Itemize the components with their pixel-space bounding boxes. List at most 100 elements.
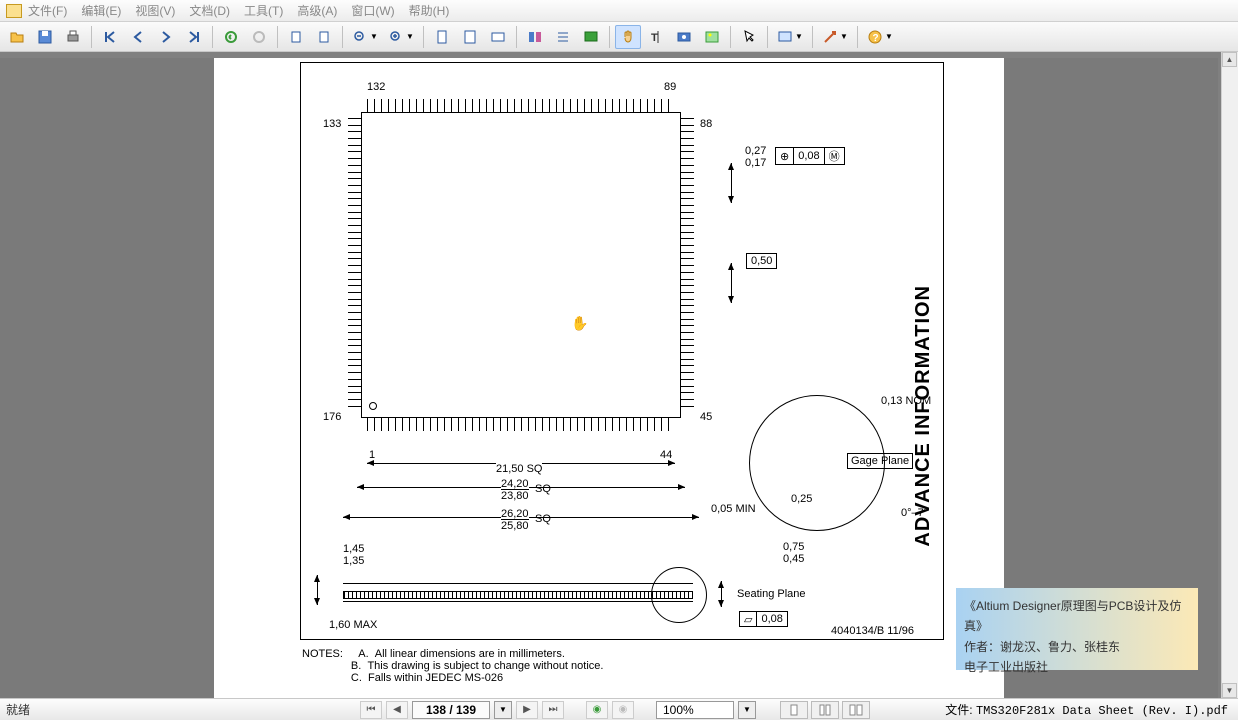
watermark: 《Altium Designer原理图与PCB设计及仿真》 作者：谢龙汉、鲁力、… xyxy=(956,588,1198,670)
hand-cursor-icon: ✋ xyxy=(571,315,588,332)
menu-tool[interactable]: 工具(T) xyxy=(244,2,283,19)
flat-008: 0,08 xyxy=(757,612,786,626)
position-icon: ⊕ xyxy=(776,148,794,164)
note-b: B. xyxy=(351,660,361,672)
watermark-line2: 作者：谢龙汉、鲁力、张桂东 xyxy=(964,637,1190,657)
rotate-left-button[interactable] xyxy=(283,25,309,49)
zoom-dropdown[interactable]: ▼ xyxy=(738,701,756,719)
print-button[interactable] xyxy=(60,25,86,49)
dim-160max: 1,60 MAX xyxy=(329,619,377,631)
page-margin-left xyxy=(0,58,214,698)
note-c-text: Falls within JEDEC MS-026 xyxy=(368,672,503,684)
notes-label: NOTES: xyxy=(302,648,343,660)
dim-arrow-pitch xyxy=(731,263,732,303)
menu-file[interactable]: 文件(F) xyxy=(28,2,67,19)
chip-body xyxy=(361,112,681,418)
note-b-text: This drawing is subject to change withou… xyxy=(367,660,603,672)
menubar: 文件(F) 编辑(E) 视图(V) 文档(D) 工具(T) 高级(A) 窗口(W… xyxy=(0,0,1238,22)
sq-24: SQ xyxy=(535,483,551,495)
angle-label: 0°–7° xyxy=(901,507,928,519)
separator xyxy=(767,26,768,48)
zoom-in-button[interactable]: ▼ xyxy=(384,25,418,49)
select-button[interactable] xyxy=(736,25,762,49)
gage-plane-label: Gage Plane xyxy=(847,453,913,469)
screen-button[interactable] xyxy=(578,25,604,49)
last-page-status-button[interactable]: ⏭ xyxy=(542,701,564,719)
status-ready: 就绪 xyxy=(0,701,30,718)
menu-help[interactable]: 帮助(H) xyxy=(409,2,450,19)
menu-adv[interactable]: 高级(A) xyxy=(297,2,337,19)
seating-plane-label: Seating Plane xyxy=(737,588,806,600)
forward-status-button[interactable]: ◉ xyxy=(612,701,634,719)
forward-button[interactable] xyxy=(246,25,272,49)
dim-2150: 21,50 SQ xyxy=(496,463,542,475)
pin-45-label: 45 xyxy=(700,411,712,423)
separator xyxy=(730,26,731,48)
list-button[interactable] xyxy=(550,25,576,49)
app-icon xyxy=(6,4,22,18)
menu-doc[interactable]: 文档(D) xyxy=(189,2,230,19)
next-page-status-button[interactable]: ▶ xyxy=(516,701,538,719)
first-page-status-button[interactable]: ⏮ xyxy=(360,701,382,719)
hand-tool-button[interactable] xyxy=(615,25,641,49)
separator xyxy=(277,26,278,48)
drawing-frame: ADVANCE INFORMATION 132 89 133 88 176 45… xyxy=(300,62,944,640)
actual-size-button[interactable] xyxy=(429,25,455,49)
dim-045: 0,45 xyxy=(783,553,804,565)
side-profile xyxy=(343,583,693,605)
notes-section: NOTES: A. All linear dimensions are in m… xyxy=(302,648,603,684)
link-button[interactable]: ▼ xyxy=(818,25,852,49)
scroll-down-button[interactable]: ▼ xyxy=(1222,683,1237,698)
fit-page-button[interactable] xyxy=(457,25,483,49)
docnum: 4040134/B 11/96 xyxy=(831,625,914,637)
continuous-view-button[interactable] xyxy=(811,701,839,719)
display-mode-button[interactable]: ▼ xyxy=(773,25,807,49)
page-number-input[interactable] xyxy=(412,701,490,719)
back-status-button[interactable]: ◉ xyxy=(586,701,608,719)
separator xyxy=(91,26,92,48)
note-c: C. xyxy=(351,672,362,684)
facing-view-button[interactable] xyxy=(842,701,870,719)
dim-075: 0,75 xyxy=(783,541,804,553)
back-button[interactable] xyxy=(218,25,244,49)
text-select-button[interactable]: T xyxy=(643,25,669,49)
watermark-line3: 电子工业出版社 xyxy=(964,657,1190,677)
help-button[interactable]: ?▼ xyxy=(863,25,897,49)
last-page-button[interactable] xyxy=(181,25,207,49)
find-button[interactable] xyxy=(522,25,548,49)
snapshot-button[interactable] xyxy=(671,25,697,49)
separator xyxy=(423,26,424,48)
fit-width-button[interactable] xyxy=(485,25,511,49)
zoom-out-button[interactable]: ▼ xyxy=(348,25,382,49)
page-dropdown[interactable]: ▼ xyxy=(494,701,512,719)
document-area[interactable]: ADVANCE INFORMATION 132 89 133 88 176 45… xyxy=(0,52,1238,698)
dim-025: 0,25 xyxy=(791,493,812,505)
dim-2580: 25,80 xyxy=(501,519,529,532)
dim-arrow-pinwidth xyxy=(731,163,732,203)
save-button[interactable] xyxy=(32,25,58,49)
zoom-input[interactable] xyxy=(656,701,734,719)
separator xyxy=(342,26,343,48)
single-page-view-button[interactable] xyxy=(780,701,808,719)
menu-win[interactable]: 窗口(W) xyxy=(351,2,394,19)
dim-050-box: 0,50 xyxy=(746,253,777,269)
statusbar: 就绪 ⏮ ◀ ▼ ▶ ⏭ ◉ ◉ ▼ 文件: TMS320F281x Data … xyxy=(0,698,1238,720)
prev-page-button[interactable] xyxy=(125,25,151,49)
filename: TMS320F281x Data Sheet (Rev. I).pdf xyxy=(976,704,1228,718)
menu-view[interactable]: 视图(V) xyxy=(135,2,175,19)
rotate-right-button[interactable] xyxy=(311,25,337,49)
image-button[interactable] xyxy=(699,25,725,49)
first-page-button[interactable] xyxy=(97,25,123,49)
pin-89-label: 89 xyxy=(664,81,676,93)
separator xyxy=(516,26,517,48)
toolbar: ▼ ▼ T ▼ ▼ ?▼ xyxy=(0,22,1238,52)
sq-26: SQ xyxy=(535,513,551,525)
vertical-scrollbar[interactable]: ▲ ▼ xyxy=(1221,52,1238,698)
prev-page-status-button[interactable]: ◀ xyxy=(386,701,408,719)
next-page-button[interactable] xyxy=(153,25,179,49)
scroll-up-button[interactable]: ▲ xyxy=(1222,52,1237,67)
watermark-line1: 《Altium Designer原理图与PCB设计及仿真》 xyxy=(964,596,1190,637)
svg-text:?: ? xyxy=(873,33,879,44)
open-button[interactable] xyxy=(4,25,30,49)
menu-edit[interactable]: 编辑(E) xyxy=(81,2,121,19)
